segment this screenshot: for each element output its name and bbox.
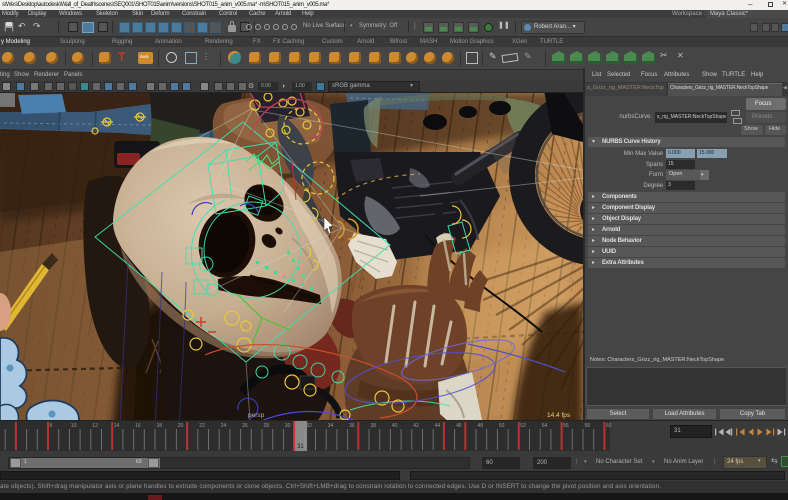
svg-text:52: 52 [520, 423, 526, 429]
svg-text:28: 28 [264, 423, 270, 429]
svg-text:14: 14 [114, 423, 120, 429]
svg-text:46: 46 [456, 423, 462, 429]
svg-text:14.4 fps: 14.4 fps [547, 412, 571, 419]
svg-text:54: 54 [542, 423, 548, 429]
svg-text:30: 30 [285, 423, 291, 429]
svg-text:42: 42 [413, 423, 419, 429]
svg-text:50: 50 [499, 423, 505, 429]
svg-text:24: 24 [221, 423, 227, 429]
svg-text:16: 16 [135, 423, 141, 429]
svg-text:10: 10 [71, 423, 77, 429]
svg-text:32: 32 [306, 423, 312, 429]
svg-text:18: 18 [157, 423, 163, 429]
svg-text:44: 44 [435, 423, 441, 429]
svg-text:40: 40 [392, 423, 398, 429]
svg-text:persp: persp [248, 412, 265, 419]
svg-text:56: 56 [563, 423, 569, 429]
svg-text:20: 20 [178, 423, 184, 429]
svg-text:31: 31 [297, 444, 304, 450]
svg-text:48: 48 [478, 423, 484, 429]
svg-text:12: 12 [92, 423, 98, 429]
svg-text:8: 8 [50, 423, 53, 429]
svg-text:60: 60 [606, 423, 612, 429]
svg-text:36: 36 [349, 423, 355, 429]
svg-text:58: 58 [585, 423, 591, 429]
svg-text:26: 26 [242, 423, 248, 429]
svg-text:38: 38 [371, 423, 377, 429]
svg-text:22: 22 [199, 423, 205, 429]
svg-text:34: 34 [328, 423, 334, 429]
